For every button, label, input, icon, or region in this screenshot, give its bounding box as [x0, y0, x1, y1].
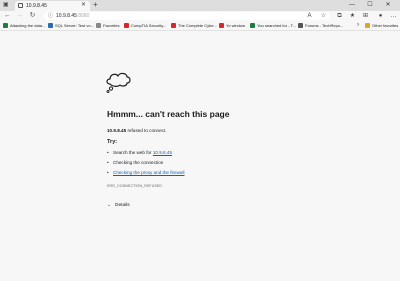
checking-proxy-link[interactable]: Checking the proxy and the firewall [113, 170, 185, 175]
chevron-down-icon: ⌄ [107, 203, 112, 208]
bookmark-icon [298, 23, 303, 28]
toolbar: ← → ↻ ⓘ 10.9.8.45:8080 A ☆ ⧉ ★ ⊞ ● … [0, 11, 400, 21]
suggestion-connection: • Checking the connection [107, 160, 164, 165]
window-close-button[interactable]: ✕ [383, 0, 393, 10]
forward-button[interactable]: → [15, 11, 24, 21]
suggestion-proxy: • Checking the proxy and the firewall [107, 170, 185, 175]
youtube-icon [171, 23, 176, 28]
favorites-star-icon[interactable]: ☆ [319, 11, 328, 21]
url-port: :8080 [76, 13, 90, 19]
tab-strip: ▣ 10.9.8.45 ✕ + — ☐ ✕ [0, 0, 400, 11]
bookmark-folder[interactable]: Other favorites [365, 21, 398, 30]
url-text[interactable]: 10.9.8.45:8080 [56, 12, 89, 20]
url-host: 10.9.8.45 [56, 13, 77, 19]
site-info-icon[interactable]: ⓘ [48, 12, 53, 20]
folder-icon [365, 23, 370, 28]
error-message-text: refused to connect. [126, 128, 167, 133]
tab-title: 10.9.8.45 [26, 3, 47, 9]
tab-active[interactable]: 10.9.8.45 ✕ [15, 1, 90, 11]
star-icon [96, 23, 101, 28]
bookmark-icon [3, 23, 8, 28]
maximize-button[interactable]: ☐ [365, 0, 375, 10]
youtube-icon [124, 23, 129, 28]
bookmark-item[interactable]: Attacking the data... [3, 21, 45, 30]
read-aloud-icon[interactable]: A [305, 11, 314, 21]
new-tab-button[interactable]: + [93, 0, 98, 10]
suggestion-connection-text: Checking the connection [113, 160, 164, 165]
favorites-icon[interactable]: ★ [348, 11, 357, 21]
bookmark-item[interactable]: Yo window [219, 21, 245, 30]
bookmark-item[interactable]: You searched for - T... [250, 21, 296, 30]
bookmarks-bar: Attacking the data... SQL Server: Test v… [0, 21, 400, 31]
page-icon [18, 3, 23, 8]
tab-close-icon[interactable]: ✕ [81, 1, 86, 10]
profile-icon[interactable]: ● [376, 11, 385, 21]
address-bar[interactable]: ⓘ 10.9.8.45:8080 [44, 12, 330, 20]
details-label: Details [115, 203, 130, 208]
minimize-button[interactable]: — [347, 0, 357, 10]
error-host: 10.9.8.45 [107, 128, 127, 133]
search-web-link[interactable]: 10.9.8.45 [153, 150, 172, 155]
back-button[interactable]: ← [3, 11, 12, 21]
bookmark-icon [250, 23, 255, 28]
error-code: ERR_CONNECTION_REFUSED [107, 184, 163, 188]
bookmark-item[interactable]: Favorites [96, 21, 119, 30]
extensions-icon[interactable]: ⧉ [335, 11, 344, 21]
more-icon[interactable]: … [389, 11, 398, 21]
bookmark-item[interactable]: The Complete Cybe... [171, 21, 217, 30]
youtube-icon [219, 23, 224, 28]
collections-icon[interactable]: ⊞ [361, 11, 370, 21]
suggestion-search: • Search the web for 10.9.8.45 [107, 150, 173, 155]
details-toggle[interactable]: ⌄ Details [107, 202, 130, 210]
error-title: Hmmm... can't reach this page [107, 109, 230, 119]
bookmark-item[interactable]: SQL Server: Test vo... [48, 21, 94, 30]
bookmark-item[interactable]: Forums - TechRepu... [298, 21, 343, 30]
thought-cloud-icon [106, 72, 131, 93]
bookmark-icon [48, 23, 53, 28]
tab-actions-icon[interactable]: ▣ [3, 1, 12, 9]
refresh-button[interactable]: ↻ [28, 11, 37, 21]
bookmark-item[interactable]: CompTIA Security... [124, 21, 166, 30]
suggestion-search-text: Search the web for [113, 150, 153, 155]
try-heading: Try: [107, 139, 118, 145]
error-message: 10.9.8.45 refused to connect. [107, 127, 167, 134]
bookmarks-overflow-button[interactable]: › [357, 21, 359, 30]
